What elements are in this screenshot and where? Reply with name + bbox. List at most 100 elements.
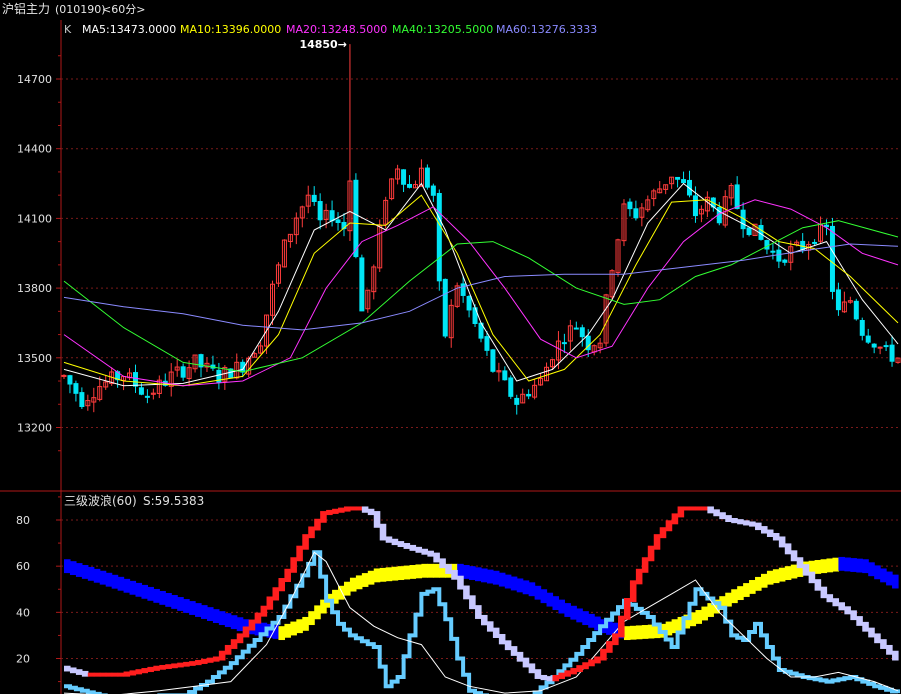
s-wave-segment <box>451 569 458 580</box>
s-wave-segment <box>778 536 786 548</box>
s-wave-segment <box>522 657 530 668</box>
candle-body <box>734 184 740 209</box>
s-wave-segment <box>671 513 679 525</box>
s-wave-segment <box>75 669 83 675</box>
s-wave-segment <box>236 633 244 644</box>
mid-band-segment <box>397 566 405 581</box>
candle-body <box>877 346 883 349</box>
mid-band-segment <box>534 585 542 600</box>
candle-body <box>508 377 514 397</box>
mid-band-segment <box>707 603 714 617</box>
candle <box>442 278 448 339</box>
candle-body <box>633 208 639 219</box>
s-wave-segment <box>218 650 226 661</box>
mid-band-segment <box>355 575 363 590</box>
legend-ma20: MA20:13248.5000 <box>286 23 387 36</box>
candle-body <box>835 289 841 311</box>
mid-band-segment <box>880 568 887 583</box>
sub-tick-label-60: 60 <box>16 560 30 573</box>
mid-band-segment <box>123 578 131 593</box>
instrument-code: (010190) <box>55 3 106 16</box>
indicator-value: S:59.5383 <box>143 494 204 508</box>
s-wave-segment <box>266 596 274 610</box>
s-wave-segment <box>427 550 434 557</box>
s-wave-segment <box>570 668 577 675</box>
mid-band-segment <box>111 574 119 589</box>
candle-body <box>138 387 144 395</box>
candle-body <box>484 336 490 351</box>
mid-band-segment <box>570 605 577 620</box>
s-wave-segment <box>349 506 357 511</box>
mid-band-segment <box>623 626 631 641</box>
candle-body <box>353 179 359 258</box>
s-wave-segment <box>719 512 726 520</box>
mid-band-segment <box>195 603 202 617</box>
period-label: <60分> <box>102 3 145 16</box>
mid-band-segment <box>177 597 184 611</box>
s-wave-segment <box>141 668 148 674</box>
mid-band-segment <box>230 615 238 630</box>
candle-body <box>401 169 407 185</box>
legend-ma40: MA40:13205.5000 <box>392 23 493 36</box>
mid-band-segment <box>367 570 375 585</box>
s-wave-segment <box>492 627 500 638</box>
mid-band-segment <box>75 563 83 577</box>
candle-body <box>132 372 138 387</box>
s-wave-segment <box>320 511 327 523</box>
s-wave-segment <box>588 659 595 667</box>
s-wave-segment <box>326 509 333 516</box>
s-wave-segment <box>772 533 780 541</box>
s-wave-segment <box>201 658 208 664</box>
s-wave-segment <box>254 612 262 624</box>
s-wave-segment <box>635 568 643 585</box>
candle <box>436 189 442 291</box>
candle-body <box>359 257 365 312</box>
candle-body <box>812 241 818 244</box>
s-wave-segment <box>105 672 113 677</box>
s-wave-segment <box>594 656 601 664</box>
s-wave-segment <box>165 664 172 669</box>
legend-ma5: MA5:13473.0000 <box>82 23 176 36</box>
s-wave-segment <box>355 506 363 511</box>
s-wave-segment <box>528 663 536 674</box>
candle-body <box>770 250 776 253</box>
mid-band-segment <box>129 580 137 595</box>
mid-band-segment <box>886 571 893 586</box>
s-wave-segment <box>457 575 464 590</box>
tick-label-14100: 14100 <box>17 212 52 225</box>
s-wave-segment <box>260 605 268 617</box>
s-wave-segment <box>695 506 703 511</box>
mid-band-segment <box>486 569 494 584</box>
s-wave-segment <box>647 545 655 562</box>
candle <box>490 348 496 373</box>
mid-band-segment <box>183 599 190 613</box>
mid-band-segment <box>421 563 428 578</box>
s-wave-segment <box>659 527 667 539</box>
candle-body <box>311 194 317 203</box>
legend-ma60: MA60:13276.3333 <box>496 23 597 36</box>
candle-body <box>514 397 520 405</box>
s-wave-segment <box>814 579 822 591</box>
s-wave-segment <box>183 661 190 667</box>
s-wave-segment <box>504 640 512 651</box>
s-wave-segment <box>224 644 232 655</box>
s-wave-segment <box>445 564 452 574</box>
mid-band-segment <box>457 563 464 578</box>
mid-band-segment <box>189 601 196 615</box>
mid-band-segment <box>99 570 107 585</box>
mid-band-segment <box>892 574 899 589</box>
s-wave-segment <box>820 586 828 599</box>
s-wave-segment <box>760 526 768 534</box>
s-wave-segment <box>576 665 583 673</box>
mid-band-segment <box>755 576 762 591</box>
mid-band-segment <box>725 592 732 607</box>
mid-band-segment <box>224 613 232 628</box>
s-wave-segment <box>367 508 375 516</box>
s-wave-segment <box>64 665 71 672</box>
s-wave-segment <box>290 557 297 573</box>
sub-tick-label-20: 20 <box>16 653 30 666</box>
mid-band-segment <box>850 558 857 572</box>
candle-body <box>73 383 79 394</box>
s-wave-segment <box>475 605 482 619</box>
mid-band-segment <box>379 567 387 582</box>
